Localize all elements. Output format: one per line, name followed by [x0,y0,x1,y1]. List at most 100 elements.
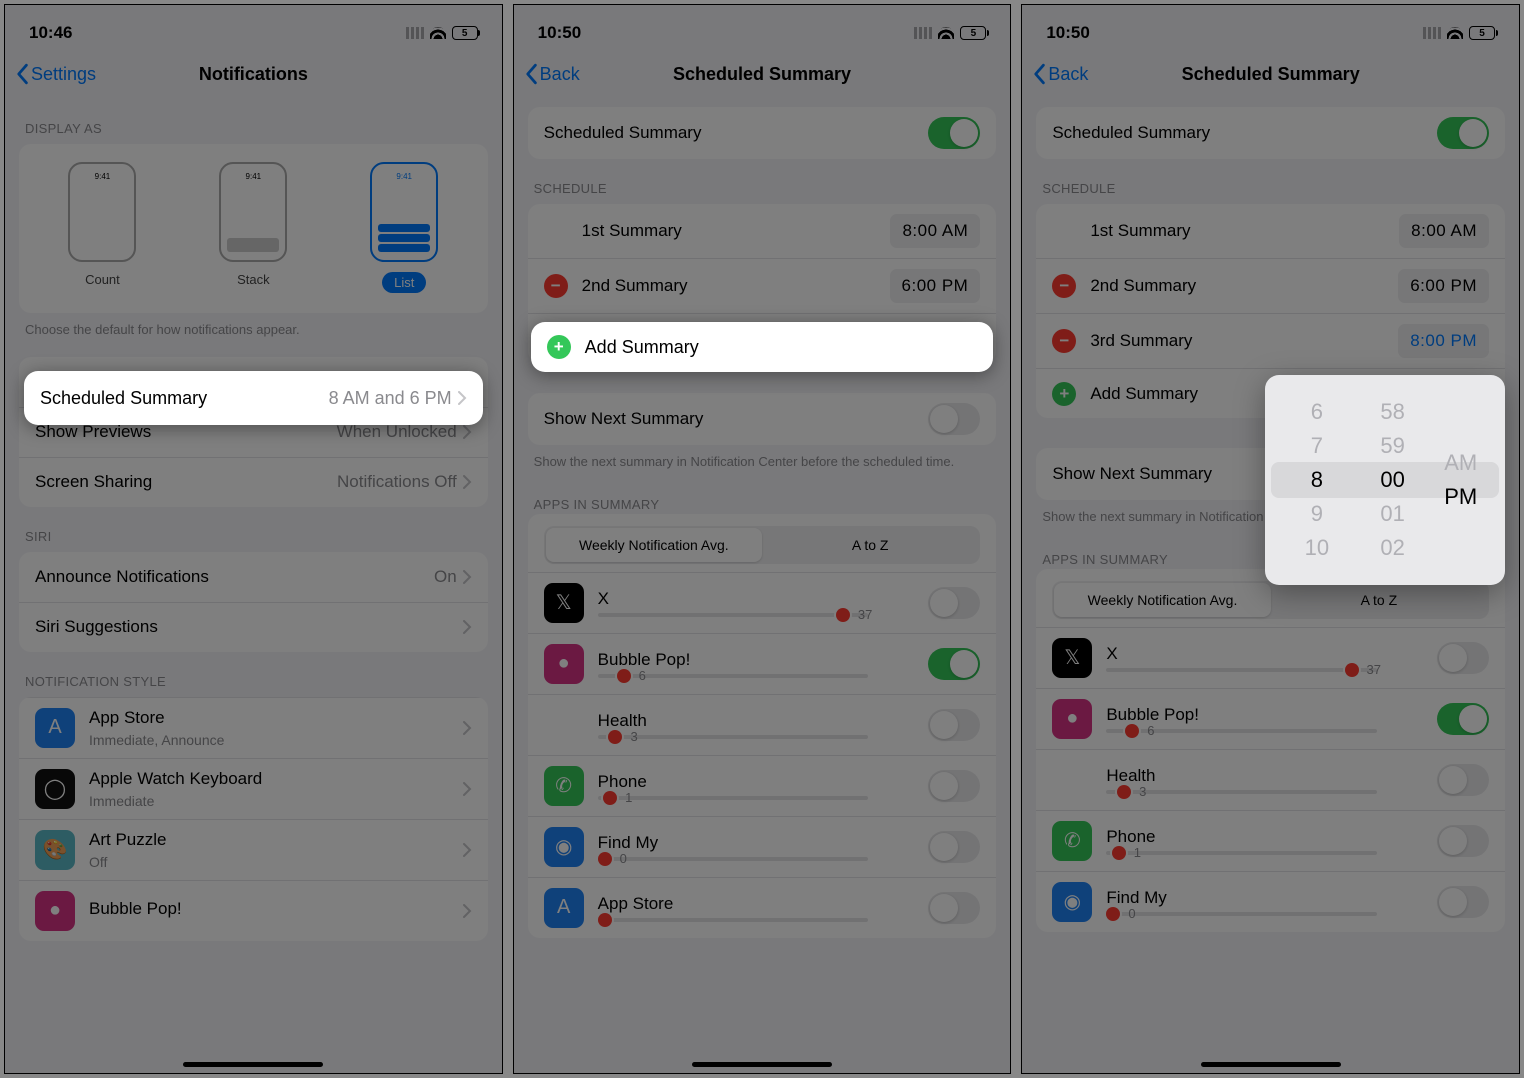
app-summary-row: ● Bubble Pop! 6 [528,633,997,694]
schedule-summary-row[interactable]: −2nd Summary6:00 PM [1036,258,1505,313]
app-summary-row: ✆ Phone 1 [1036,810,1505,871]
picker-item[interactable]: 10 [1287,531,1347,565]
summary-time[interactable]: 8:00 PM [1398,324,1489,358]
app-summary-row: 𝕏 X 37 [528,572,997,633]
toggle-app-include[interactable] [928,770,980,802]
toggle-scheduled-summary[interactable] [928,117,980,149]
status-time: 10:46 [29,23,72,43]
segmented-sort[interactable]: Weekly Notification Avg. A to Z [1052,581,1489,619]
row-siri-suggestions[interactable]: Siri Suggestions [19,602,488,652]
schedule-summary-row[interactable]: 1st Summary8:00 AM [1036,204,1505,258]
delete-icon[interactable]: − [544,274,568,298]
toggle-app-include[interactable] [928,587,980,619]
app-name: Find My [1106,888,1437,908]
toggle-app-include[interactable] [928,648,980,680]
segmented-sort[interactable]: Weekly Notification Avg. A to Z [544,526,981,564]
home-indicator[interactable] [1201,1062,1341,1067]
wifi-icon [1447,27,1463,39]
row-announce-notifications[interactable]: Announce Notifications On [19,552,488,602]
notification-style-row[interactable]: ● Bubble Pop! [19,880,488,941]
chevron-right-icon [463,782,472,796]
nav-bar: Settings Notifications [5,49,502,99]
highlight-scheduled-summary[interactable]: Scheduled Summary 8 AM and 6 PM [24,371,483,425]
picker-item[interactable]: 6 [1293,395,1341,429]
segment-a-to-z[interactable]: A to Z [762,528,978,562]
highlight-add-summary[interactable]: + Add Summary [531,322,994,372]
avg-slider: 3 [598,735,869,739]
picker-item[interactable]: 9 [1293,497,1341,531]
segment-weekly-avg[interactable]: Weekly Notification Avg. [1054,583,1270,617]
chevron-right-icon [458,391,467,405]
display-as-group: 9:41 Count 9:41 Stack 9:41 List [19,144,488,313]
home-indicator[interactable] [692,1062,832,1067]
picker-item[interactable]: 58 [1362,395,1422,429]
notification-style-row[interactable]: 🎨 Art Puzzle Off [19,819,488,880]
screen-scheduled-summary-picker: 10:50 5 Back Scheduled Summary Scheduled… [1021,4,1520,1074]
home-indicator[interactable] [183,1062,323,1067]
picker-item[interactable]: 01 [1362,497,1422,531]
toggle-app-include[interactable] [1437,825,1489,857]
app-icon: ✆ [1052,821,1092,861]
nav-back-button[interactable]: Back [1032,63,1088,85]
toggle-app-include[interactable] [928,892,980,924]
schedule-summary-row[interactable]: −3rd Summary8:00 PM [1036,313,1505,368]
toggle-app-include[interactable] [928,709,980,741]
segment-a-to-z[interactable]: A to Z [1271,583,1487,617]
app-name: App Store [598,894,929,914]
app-name: Find My [598,833,929,853]
row-screen-sharing[interactable]: Screen Sharing Notifications Off [19,457,488,507]
picker-item[interactable]: 59 [1362,429,1422,463]
toggle-show-next-summary[interactable] [928,403,980,435]
app-summary-row: ● Bubble Pop! 6 [1036,688,1505,749]
display-option-list[interactable]: 9:41 List [370,162,438,293]
summary-time[interactable]: 6:00 PM [890,269,981,303]
segment-weekly-avg[interactable]: Weekly Notification Avg. [546,528,762,562]
app-icon: ❤︎ [544,705,584,745]
toggle-app-include[interactable] [1437,642,1489,674]
avg-slider: 6 [1106,729,1377,733]
avg-slider: 37 [598,613,869,617]
toggle-app-include[interactable] [1437,703,1489,735]
summary-time[interactable]: 8:00 AM [1399,214,1489,248]
app-icon: ◉ [1052,882,1092,922]
picker-item[interactable]: AM [1430,446,1491,480]
toggle-app-include[interactable] [928,831,980,863]
picker-item[interactable]: 02 [1362,531,1422,565]
battery-icon: 5 [452,26,478,40]
schedule-summary-row[interactable]: −2nd Summary6:00 PM [528,258,997,313]
app-delivery: Immediate [89,793,457,809]
app-name: Phone [1106,827,1437,847]
app-delivery: Off [89,854,457,870]
picker-hour[interactable]: 678910 [1279,385,1355,575]
display-option-stack[interactable]: 9:41 Stack [219,162,287,293]
picker-ampm[interactable]: AMPM [1430,385,1491,575]
picker-item[interactable]: 8 [1293,463,1341,497]
time-picker[interactable]: 678910 5859000102 AMPM [1265,375,1505,585]
app-icon: ✆ [544,766,584,806]
display-option-count[interactable]: 9:41 Count [68,162,136,293]
picker-minute[interactable]: 5859000102 [1355,385,1431,575]
nav-back-settings[interactable]: Settings [15,63,96,85]
schedule-summary-row[interactable]: 1st Summary8:00 AM [528,204,997,258]
delete-icon[interactable]: − [1052,329,1076,353]
notification-style-row[interactable]: ◯ Apple Watch Keyboard Immediate [19,758,488,819]
picker-item[interactable]: 7 [1293,429,1341,463]
nav-back-button[interactable]: Back [524,63,580,85]
section-siri-header: SIRI [5,507,502,552]
app-summary-row: ◉ Find My 0 [1036,871,1505,932]
delete-icon[interactable]: − [1052,274,1076,298]
avg-slider: 1 [598,796,869,800]
toggle-scheduled-summary[interactable] [1437,117,1489,149]
show-next-footer: Show the next summary in Notification Ce… [514,445,1011,475]
picker-item[interactable]: 00 [1362,463,1422,497]
toggle-app-include[interactable] [1437,764,1489,796]
section-display-as-header: DISPLAY AS [5,99,502,144]
battery-icon: 5 [960,26,986,40]
avg-slider: 0 [598,857,869,861]
picker-item[interactable]: PM [1430,480,1491,514]
summary-time[interactable]: 6:00 PM [1398,269,1489,303]
app-icon: ❤︎ [1052,760,1092,800]
toggle-app-include[interactable] [1437,886,1489,918]
summary-time[interactable]: 8:00 AM [890,214,980,248]
notification-style-row[interactable]: A App Store Immediate, Announce [19,697,488,758]
